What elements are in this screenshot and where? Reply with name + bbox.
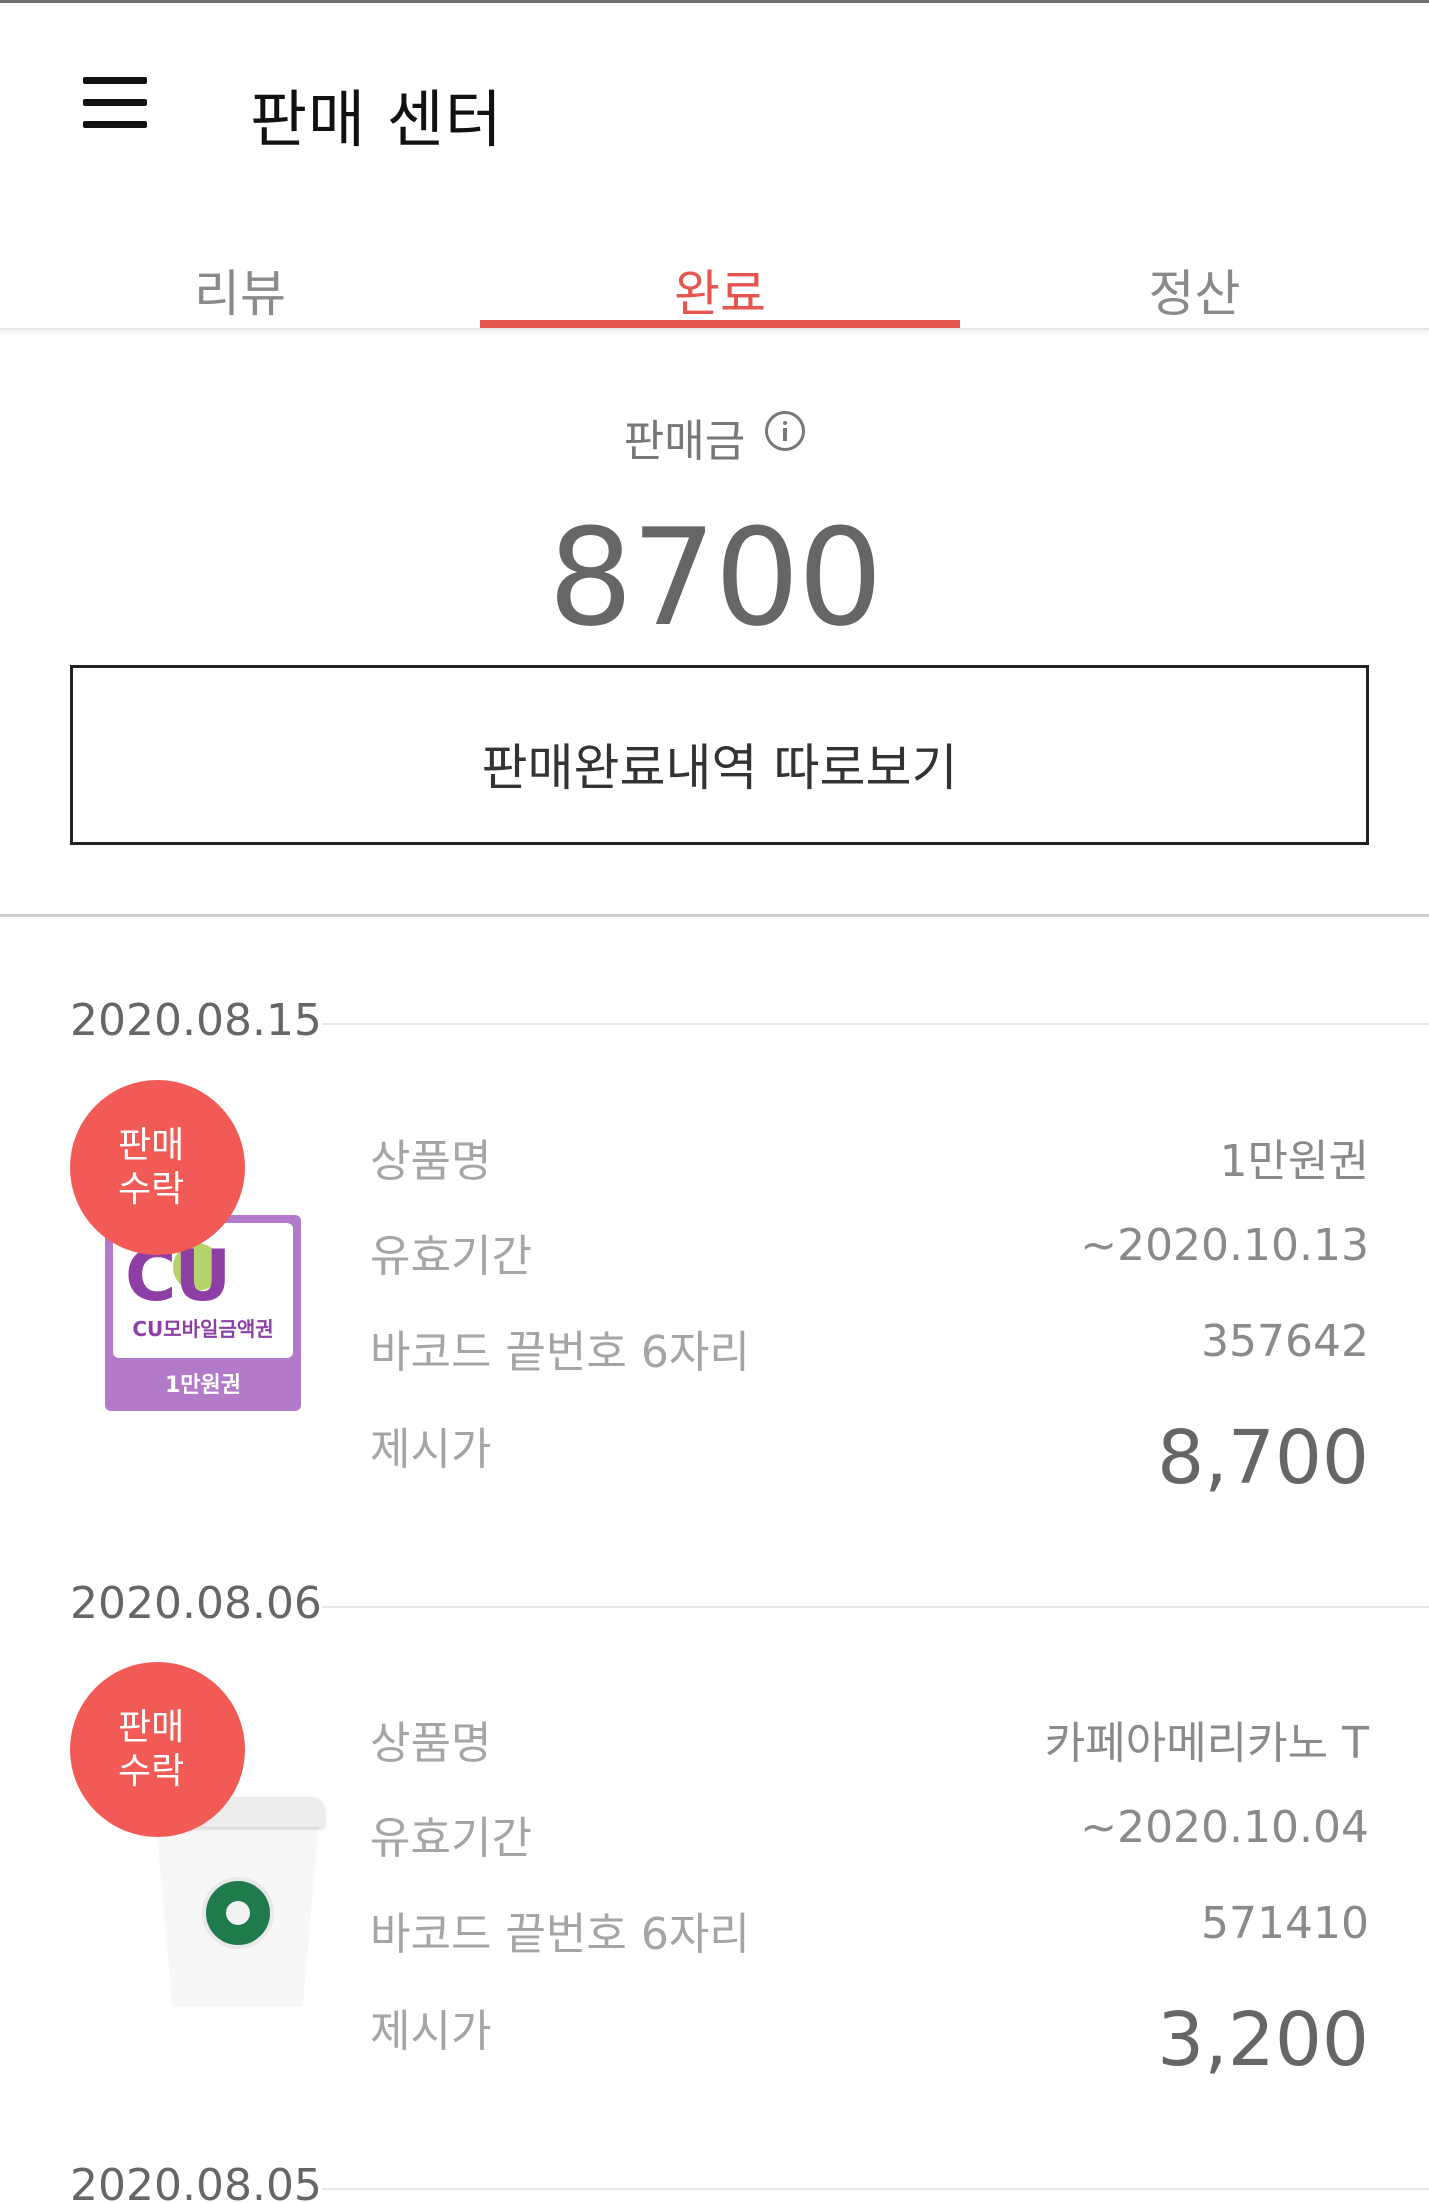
tab-bar: 리뷰 완료 정산: [0, 240, 1429, 330]
status-badge: 판매 수락: [70, 1662, 245, 1837]
date-divider: [322, 1606, 1429, 1608]
card-denomination: 1만원권: [164, 1373, 242, 1398]
tab-review[interactable]: 리뷰: [0, 240, 480, 330]
starbucks-logo-icon: [202, 1877, 274, 1949]
section-divider: [0, 914, 1429, 917]
badge-line-2: 수락: [118, 1751, 185, 1792]
barcode-value: 357642: [1201, 1316, 1369, 1367]
badge-line-1: 판매: [118, 1707, 185, 1748]
product-name-value: 1만원권: [1219, 1136, 1369, 1187]
badge-line-1: 판매: [118, 1125, 185, 1166]
expiry-value: ~2020.10.04: [1080, 1802, 1369, 1853]
price-label: 제시가: [370, 1424, 492, 1475]
barcode-value: 571410: [1201, 1898, 1369, 1949]
list-item[interactable]: CU CU모바일금액권 1만원권 판매 수락 상품명 1만원권 유효기간 ~20…: [0, 1080, 1429, 1520]
view-completed-history-button[interactable]: 판매완료내역 따로보기: [70, 665, 1369, 845]
price-label: 제시가: [370, 2006, 492, 2057]
card-text: CU모바일금액권: [132, 1317, 274, 1341]
expiry-label: 유효기간: [370, 1231, 532, 1282]
date-divider: [322, 2188, 1429, 2190]
sales-amount-value: 8700: [547, 500, 883, 656]
price-value: 3,200: [1157, 1997, 1369, 2083]
list-item[interactable]: 판매 수락 상품명 카페아메리카노 T 유효기간 ~2020.10.04 바코드…: [0, 1662, 1429, 2102]
date-label: 2020.08.15: [70, 995, 322, 1046]
tab-complete[interactable]: 완료: [480, 240, 960, 330]
app-header: 판매 센터: [0, 3, 1429, 203]
expiry-label: 유효기간: [370, 1813, 532, 1864]
badge-line-2: 수락: [118, 1169, 185, 1210]
date-header: 2020.08.15: [0, 995, 1429, 1055]
info-icon[interactable]: [765, 411, 806, 451]
product-name-value: 카페아메리카노 T: [1044, 1718, 1369, 1769]
sales-summary-header: 판매금: [0, 405, 1429, 469]
product-name-label: 상품명: [370, 1136, 492, 1187]
sales-amount-label: 판매금: [623, 416, 746, 467]
page-title: 판매 센터: [250, 83, 503, 156]
date-label: 2020.08.06: [70, 1578, 322, 1629]
date-label: 2020.08.05: [70, 2160, 322, 2203]
price-value: 8,700: [1157, 1415, 1369, 1501]
barcode-label: 바코드 끝번호 6자리: [370, 1327, 750, 1378]
hamburger-menu-icon[interactable]: [80, 73, 150, 133]
product-name-label: 상품명: [370, 1718, 492, 1769]
date-header: 2020.08.05: [0, 2160, 1429, 2203]
status-badge: 판매 수락: [70, 1080, 245, 1255]
tab-settlement[interactable]: 정산: [960, 240, 1429, 330]
expiry-value: ~2020.10.13: [1080, 1220, 1369, 1271]
date-header: 2020.08.06: [0, 1578, 1429, 1638]
date-divider: [322, 1023, 1429, 1025]
barcode-label: 바코드 끝번호 6자리: [370, 1909, 750, 1960]
active-tab-indicator: [480, 320, 960, 328]
